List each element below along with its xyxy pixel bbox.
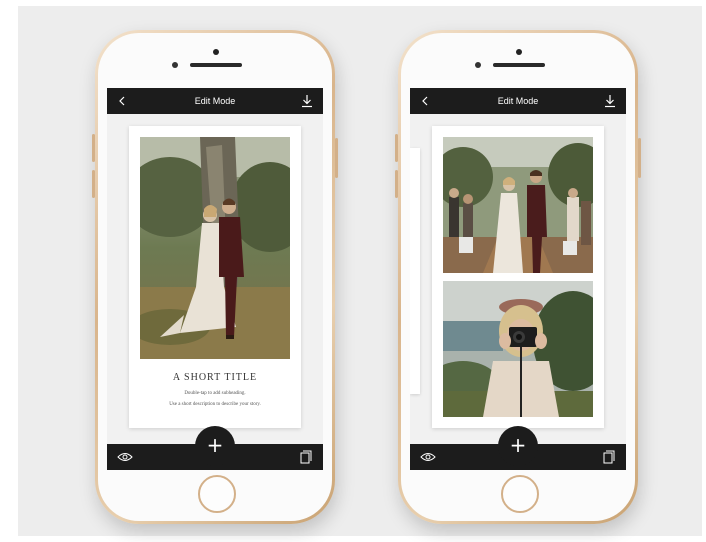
app-screen: Edit Mode xyxy=(107,88,323,470)
add-button[interactable]: + xyxy=(498,426,538,466)
volume-up-button xyxy=(395,134,398,162)
couple-photo[interactable] xyxy=(140,137,290,359)
screen-title: Edit Mode xyxy=(194,96,236,106)
wedding-aisle-photo[interactable] xyxy=(443,137,593,273)
proximity-sensor xyxy=(475,62,481,68)
phone-right: Edit Mode + xyxy=(395,30,641,524)
proximity-sensor xyxy=(172,62,178,68)
earpiece-speaker xyxy=(190,63,242,67)
camera-portrait-photo[interactable] xyxy=(443,281,593,417)
volume-down-button xyxy=(395,170,398,198)
eye-icon[interactable] xyxy=(117,451,133,463)
screen-title: Edit Mode xyxy=(497,96,539,106)
eye-icon[interactable] xyxy=(420,451,436,463)
phone-face: Edit Mode xyxy=(401,33,635,521)
collage-card[interactable] xyxy=(432,126,604,428)
download-icon[interactable] xyxy=(300,94,314,108)
power-button xyxy=(638,138,641,178)
phone-face: Edit Mode xyxy=(98,33,332,521)
pages-icon[interactable] xyxy=(300,450,312,464)
front-camera xyxy=(516,49,522,55)
story-title[interactable]: A SHORT TITLE xyxy=(129,372,301,383)
top-bar: Edit Mode xyxy=(410,88,626,114)
pages-icon[interactable] xyxy=(603,450,615,464)
previous-page-card[interactable] xyxy=(410,148,420,394)
story-subheading[interactable]: Double-tap to add subheading. xyxy=(129,391,301,396)
story-card[interactable]: A SHORT TITLE Double-tap to add subheadi… xyxy=(129,126,301,428)
volume-down-button xyxy=(92,170,95,198)
download-icon[interactable] xyxy=(603,94,617,108)
volume-up-button xyxy=(92,134,95,162)
home-button[interactable] xyxy=(198,475,236,513)
add-button[interactable]: + xyxy=(195,426,235,466)
top-bar: Edit Mode xyxy=(107,88,323,114)
phone-left: Edit Mode A SHORT TITLE Double-tap to ad… xyxy=(92,30,338,524)
power-button xyxy=(335,138,338,178)
earpiece-speaker xyxy=(493,63,545,67)
app-screen: Edit Mode xyxy=(410,88,626,470)
home-button[interactable] xyxy=(501,475,539,513)
story-description[interactable]: Use a short description to describe your… xyxy=(129,402,301,407)
front-camera xyxy=(213,49,219,55)
